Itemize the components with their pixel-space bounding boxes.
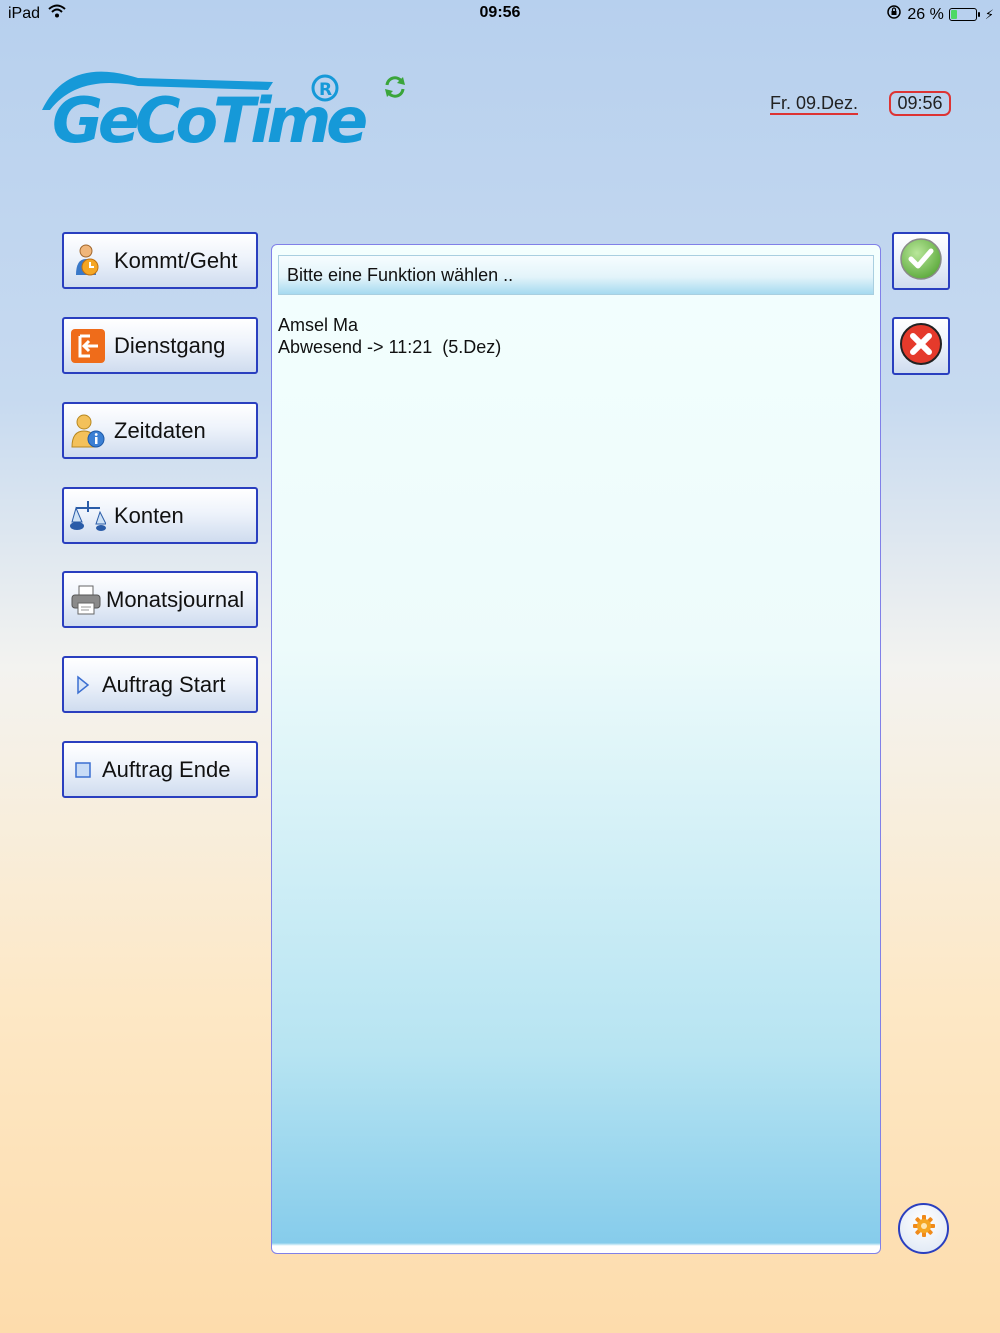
- dienstgang-label: Dienstgang: [114, 332, 226, 358]
- current-time: 09:56: [889, 91, 951, 116]
- close-icon: [899, 322, 943, 371]
- current-date: Fr. 09.Dez.: [770, 93, 859, 115]
- battery-percent: 26 %: [907, 5, 944, 23]
- battery-icon: [948, 8, 980, 21]
- gecotime-logo: R GeCoTime: [38, 64, 368, 157]
- charging-icon: ⚡: [984, 6, 994, 22]
- play-triangle-icon: [74, 667, 92, 703]
- orientation-lock-icon: [886, 4, 902, 25]
- konten-label: Konten: [114, 502, 184, 528]
- konten-button[interactable]: Konten: [62, 487, 258, 544]
- auftrag-start-button[interactable]: Auftrag Start: [62, 656, 258, 713]
- checkmark-icon: [899, 237, 943, 286]
- monatsjournal-label: Monatsjournal: [106, 586, 245, 612]
- logo-text: GeCoTime: [52, 84, 368, 157]
- zeitdaten-button[interactable]: Zeitdaten: [62, 402, 258, 459]
- exit-door-icon: [70, 328, 106, 364]
- status-bar-clock: 09:56: [479, 4, 521, 21]
- cancel-button[interactable]: [892, 317, 950, 375]
- printer-icon: [70, 582, 102, 618]
- attendance-status: Abwesend -> 11:21 (5.Dez): [278, 337, 502, 357]
- stop-square-icon: [74, 752, 92, 788]
- clock-in-person-icon: [70, 243, 106, 279]
- scales-icon: [70, 498, 106, 534]
- status-bar-right: 26 % ⚡: [886, 4, 994, 25]
- settings-button[interactable]: [898, 1203, 949, 1254]
- sync-icon[interactable]: [382, 74, 408, 100]
- function-prompt: Bitte eine Funktion wählen ..: [278, 255, 874, 295]
- monatsjournal-button[interactable]: Monatsjournal: [62, 571, 258, 628]
- info-panel: Bitte eine Funktion wählen .. Amsel Ma A…: [271, 244, 881, 1254]
- status-bar: iPad 09:56 26 % ⚡: [0, 0, 1000, 28]
- gear-icon: [912, 1215, 935, 1242]
- user-info-icon: [70, 413, 106, 449]
- zeitdaten-label: Zeitdaten: [114, 417, 206, 443]
- auftrag-ende-label: Auftrag Ende: [102, 756, 231, 782]
- auftrag-ende-button[interactable]: Auftrag Ende: [62, 741, 258, 798]
- auftrag-start-label: Auftrag Start: [102, 671, 226, 697]
- employee-name: Amsel Ma: [278, 315, 359, 335]
- kommt-geht-label: Kommt/Geht: [114, 247, 238, 273]
- dienstgang-button[interactable]: Dienstgang: [62, 317, 258, 374]
- kommt-geht-button[interactable]: Kommt/Geht: [62, 232, 258, 289]
- confirm-button[interactable]: [892, 232, 950, 290]
